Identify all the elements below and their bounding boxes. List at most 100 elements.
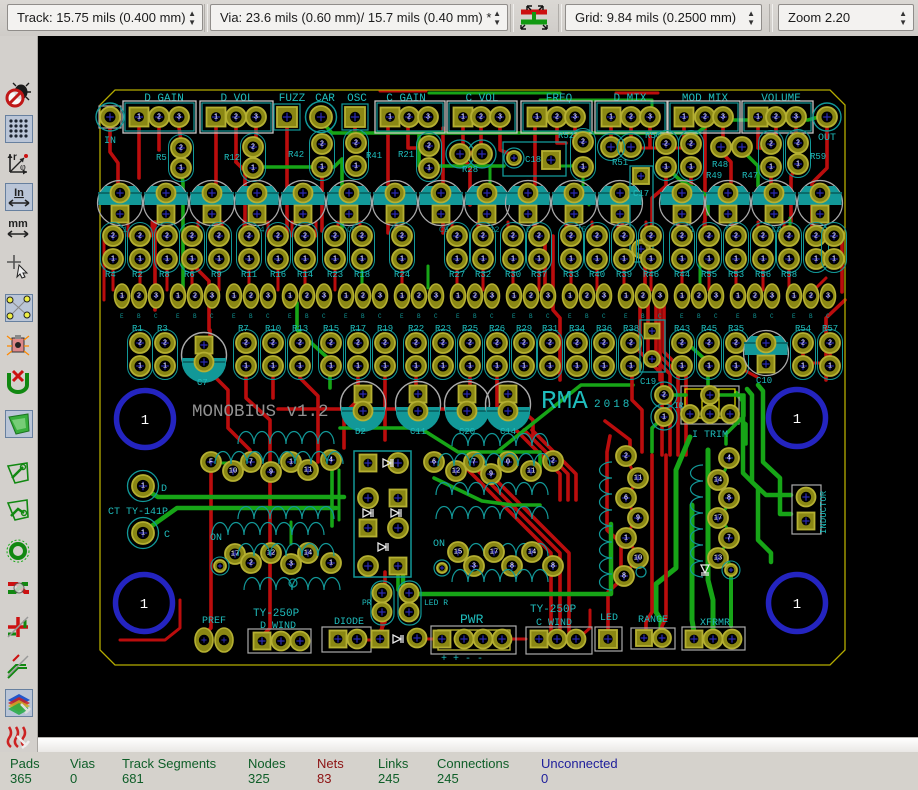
svg-text:C19: C19 [640, 377, 656, 387]
svg-text:R11: R11 [241, 270, 257, 280]
svg-text:1: 1 [388, 114, 392, 122]
svg-text:1: 1 [165, 256, 169, 264]
svg-text:B: B [529, 313, 533, 320]
svg-text:C: C [164, 530, 170, 541]
svg-text:3: 3 [154, 293, 158, 301]
svg-text:11: 11 [304, 467, 312, 475]
svg-text:1: 1 [511, 256, 515, 264]
svg-text:2: 2 [163, 340, 167, 348]
svg-text:R14: R14 [297, 270, 313, 280]
svg-text:1: 1 [814, 256, 818, 264]
svg-text:R56: R56 [755, 270, 771, 280]
svg-text:OSC: OSC [347, 93, 367, 105]
svg-text:C: C [826, 313, 830, 320]
svg-text:2: 2 [193, 293, 197, 301]
svg-text:17: 17 [714, 515, 722, 523]
svg-text:R28: R28 [462, 165, 478, 175]
svg-text:1: 1 [792, 293, 796, 301]
svg-text:R46: R46 [643, 270, 659, 280]
svg-text:1: 1 [138, 256, 142, 264]
svg-text:3: 3 [498, 114, 502, 122]
svg-text:2: 2 [641, 293, 645, 301]
svg-text:C: C [602, 313, 606, 320]
svg-text:6: 6 [432, 459, 436, 467]
svg-text:1: 1 [581, 164, 585, 172]
svg-text:4: 4 [727, 455, 731, 463]
svg-text:DIODE: DIODE [334, 617, 364, 628]
svg-text:1: 1 [356, 363, 360, 371]
svg-text:1: 1 [247, 256, 251, 264]
svg-text:1: 1 [298, 363, 302, 371]
svg-text:2: 2 [190, 233, 194, 241]
svg-text:1: 1 [624, 535, 628, 543]
svg-text:E: E [736, 313, 740, 320]
svg-text:2: 2 [680, 340, 684, 348]
svg-text:2: 2 [569, 233, 573, 241]
svg-text:C: C [434, 313, 438, 320]
svg-text:3: 3 [714, 293, 718, 301]
svg-text:1: 1 [761, 256, 765, 264]
svg-text:IR: IR [674, 402, 684, 411]
svg-text:9: 9 [636, 515, 640, 523]
svg-text:3: 3 [770, 293, 774, 301]
svg-text:2: 2 [801, 340, 805, 348]
svg-text:E: E [568, 313, 572, 320]
svg-text:2: 2 [271, 340, 275, 348]
svg-text:3: 3 [322, 293, 326, 301]
svg-text:1: 1 [455, 256, 459, 264]
svg-text:C: C [322, 313, 326, 320]
svg-text:3: 3 [254, 114, 258, 122]
svg-text:B: B [305, 313, 309, 320]
svg-text:R58: R58 [781, 270, 797, 280]
svg-text:2: 2 [689, 141, 693, 149]
svg-text:2: 2 [585, 293, 589, 301]
svg-text:1: 1 [537, 256, 541, 264]
svg-text:1: 1 [569, 256, 573, 264]
svg-text:2: 2 [157, 114, 161, 122]
svg-text:E: E [456, 313, 460, 320]
svg-text:2018: 2018 [594, 399, 632, 411]
svg-text:R32: R32 [475, 270, 491, 280]
svg-text:1: 1 [179, 165, 183, 173]
svg-text:2: 2 [361, 293, 365, 301]
svg-text:3: 3 [602, 293, 606, 301]
svg-text:1: 1 [400, 256, 404, 264]
svg-text:2: 2 [707, 340, 711, 348]
svg-text:3: 3 [648, 114, 652, 122]
svg-text:R23: R23 [327, 270, 343, 280]
svg-text:E: E [680, 313, 684, 320]
svg-text:2: 2 [441, 340, 445, 348]
svg-text:1: 1 [793, 412, 801, 428]
svg-text:R52: R52 [558, 131, 574, 141]
svg-text:2: 2 [234, 114, 238, 122]
svg-text:2: 2 [360, 233, 364, 241]
svg-text:R43: R43 [674, 324, 690, 334]
svg-text:1: 1 [522, 363, 526, 371]
svg-text:E: E [176, 313, 180, 320]
svg-text:2: 2 [774, 114, 778, 122]
svg-text:2: 2 [137, 293, 141, 301]
svg-text:14: 14 [528, 549, 536, 557]
svg-text:2: 2 [427, 143, 431, 151]
svg-text:FUZZ: FUZZ [279, 93, 306, 105]
svg-text:R30: R30 [505, 270, 521, 280]
svg-text:E: E [624, 313, 628, 320]
svg-text:R3: R3 [157, 324, 168, 334]
svg-text:14: 14 [714, 477, 722, 485]
svg-text:R57: R57 [822, 324, 838, 334]
svg-text:R33: R33 [563, 270, 579, 280]
svg-text:mm: mm [8, 218, 28, 230]
svg-text:1: 1 [214, 114, 218, 122]
svg-text:2: 2 [809, 293, 813, 301]
svg-text:1: 1 [734, 256, 738, 264]
svg-text:CT TY-141P: CT TY-141P [108, 507, 168, 518]
svg-text:1: 1 [734, 363, 738, 371]
svg-text:R47: R47 [742, 171, 758, 181]
svg-text:LED: LED [600, 613, 618, 624]
svg-text:2: 2 [753, 293, 757, 301]
svg-text:2: 2 [165, 233, 169, 241]
svg-text:2: 2 [622, 233, 626, 241]
svg-text:C11: C11 [410, 427, 426, 437]
svg-text:1: 1 [832, 256, 836, 264]
svg-text:2: 2 [333, 233, 337, 241]
